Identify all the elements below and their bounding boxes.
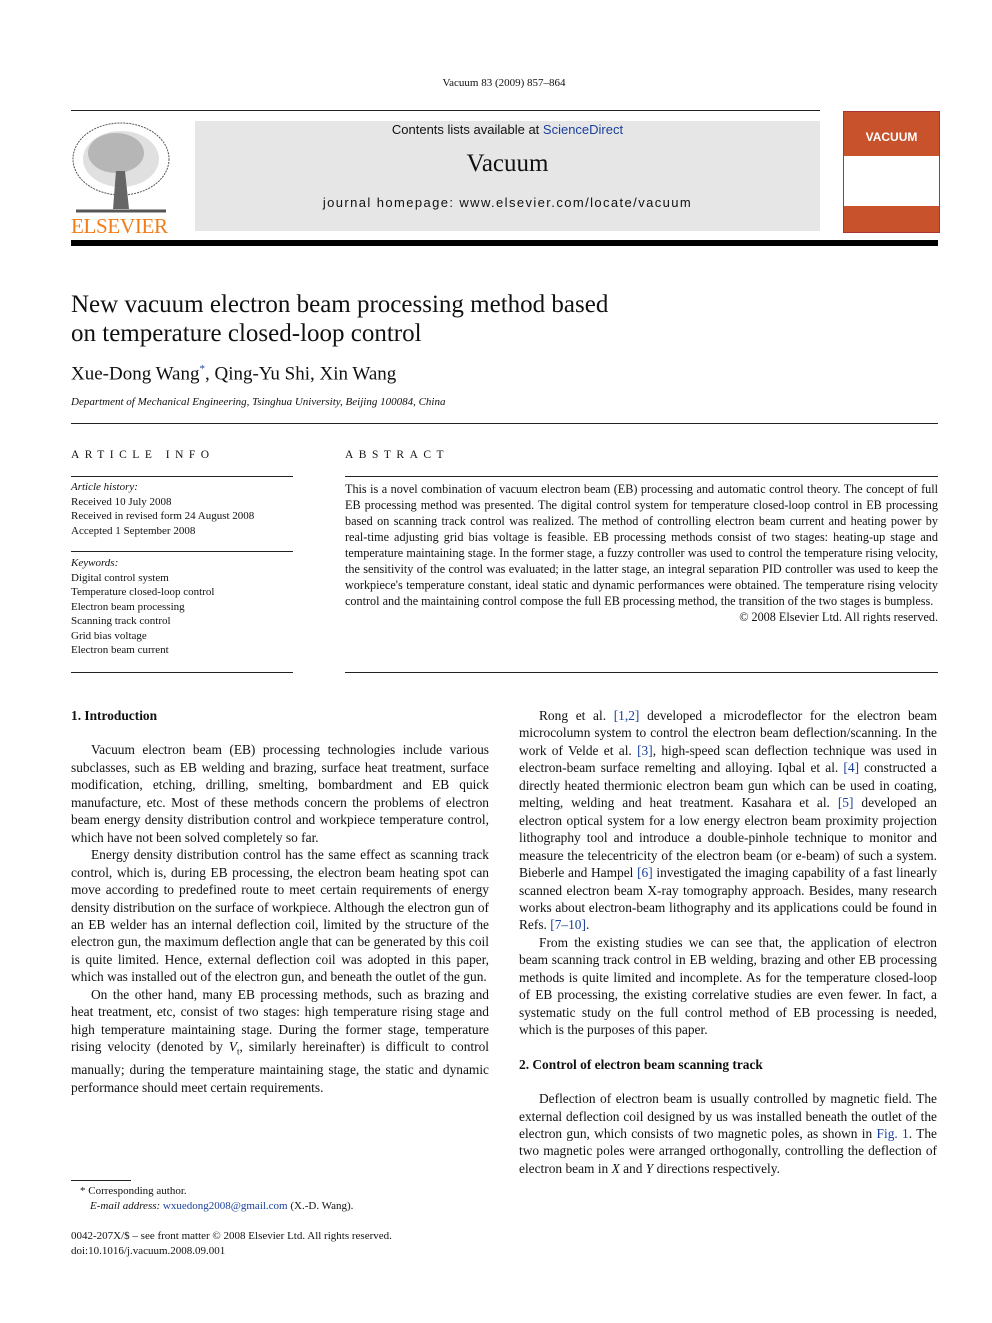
- text-run: .: [585, 917, 590, 933]
- keyword: Scanning track control: [71, 615, 171, 627]
- article-info-heading: ARTICLE INFO: [71, 449, 215, 461]
- text-run: V: [228, 1039, 238, 1055]
- footnote-text: Corresponding author.: [88, 1185, 187, 1197]
- text-run: Rong et al.: [539, 708, 614, 723]
- contents-text: Contents lists available at: [391, 122, 543, 137]
- left-paragraphs: Vacuum electron beam (EB) processing tec…: [71, 741, 489, 1096]
- journal-homepage[interactable]: journal homepage: www.elsevier.com/locat…: [195, 195, 820, 210]
- divider: [71, 423, 938, 424]
- right-column: Rong et al. [1,2] developed a microdefle…: [519, 707, 937, 1177]
- keyword: Electron beam current: [71, 644, 169, 656]
- copyright: © 2008 Elsevier Ltd. All rights reserved…: [739, 610, 938, 624]
- reference-link[interactable]: [7–10]: [550, 917, 586, 932]
- tree-icon: [72, 122, 170, 213]
- email-suffix: (X.-D. Wang).: [287, 1199, 354, 1212]
- elsevier-wordmark: ELSEVIER: [71, 214, 168, 238]
- history-item: Accepted 1 September 2008: [71, 524, 196, 537]
- section-heading: 2. Control of electron beam scanning tra…: [519, 1056, 763, 1072]
- text-run: From the existing studies we can see tha…: [519, 934, 937, 1038]
- text-run: directions respectively.: [653, 1160, 780, 1176]
- keyword: Temperature closed-loop control: [71, 586, 215, 598]
- issn-line: 0042-207X/$ – see front matter © 2008 El…: [71, 1230, 392, 1242]
- paragraph: Deflection of electron beam is usually c…: [519, 1090, 937, 1177]
- paragraph: Vacuum electron beam (EB) processing tec…: [71, 741, 489, 846]
- divider: [345, 476, 938, 477]
- paragraph: On the other hand, many EB processing me…: [71, 986, 489, 1096]
- keywords-label: Keywords:: [71, 557, 119, 569]
- paragraph: From the existing studies we can see tha…: [519, 934, 937, 1039]
- keywords: Keywords: Digital control system Tempera…: [71, 556, 214, 658]
- article-page: Vacuum 83 (2009) 857–864 ELSEVIER Conten…: [0, 0, 992, 1323]
- divider: [71, 551, 293, 552]
- abstract: This is a novel combination of vacuum el…: [345, 481, 938, 625]
- footnote-mark: *: [80, 1185, 86, 1197]
- right-paragraphs: Rong et al. [1,2] developed a microdefle…: [519, 707, 937, 1039]
- authors: , Qing-Yu Shi, Xin Wang: [204, 363, 397, 385]
- cover-title: VACUUM: [865, 130, 918, 144]
- author[interactable]: Xue-Dong Wang: [71, 363, 199, 384]
- keyword: Electron beam processing: [71, 600, 185, 613]
- reference-link[interactable]: [1,2]: [614, 708, 640, 723]
- divider: [71, 672, 293, 673]
- divider: [345, 672, 938, 673]
- text-run: Energy density distribution control has …: [71, 847, 489, 985]
- history-label: Article history:: [71, 481, 138, 493]
- journal-banner: Contents lists available at ScienceDirec…: [195, 121, 820, 231]
- paragraph: Energy density distribution control has …: [71, 846, 489, 986]
- article-history: Article history: Received 10 July 2008 R…: [71, 480, 254, 538]
- author-list: Xue-Dong Wang*, Qing-Yu Shi, Xin Wang: [71, 363, 396, 385]
- footnote-rule: [71, 1180, 131, 1181]
- text-run: Deflection of electron beam is usually c…: [519, 1091, 937, 1141]
- abstract-heading: ABSTRACT: [345, 449, 450, 461]
- journal-name: Vacuum: [466, 150, 549, 177]
- text-run: X: [611, 1160, 620, 1176]
- paragraph: Rong et al. [1,2] developed a microdefle…: [519, 707, 937, 934]
- history-item: Received 10 July 2008: [71, 495, 172, 508]
- reference-link[interactable]: Fig. 1: [877, 1126, 909, 1141]
- title-line: New vacuum electron beam processing meth…: [71, 291, 609, 318]
- keyword: Digital control system: [71, 571, 169, 584]
- left-column: 1. Introduction Vacuum electron beam (EB…: [71, 707, 489, 1096]
- sciencedirect-link[interactable]: ScienceDirect: [543, 122, 623, 137]
- history-item: Received in revised form 24 August 2008: [71, 510, 255, 522]
- front-matter: 0042-207X/$ – see front matter © 2008 El…: [71, 1229, 392, 1258]
- journal-cover: VACUUM: [843, 111, 940, 233]
- elsevier-logo: ELSEVIER: [71, 121, 171, 238]
- reference-link[interactable]: [3]: [637, 743, 653, 758]
- header-rule: [71, 240, 938, 246]
- divider: [71, 476, 293, 477]
- email-label: E-mail address:: [90, 1199, 163, 1212]
- abstract-text: This is a novel combination of vacuum el…: [345, 482, 938, 608]
- reference-link[interactable]: [6]: [637, 865, 653, 880]
- article-title: New vacuum electron beam processing meth…: [71, 290, 608, 348]
- affiliation: Department of Mechanical Engineering, Ts…: [71, 396, 446, 408]
- reference-link[interactable]: [5]: [838, 795, 854, 810]
- title-line: on temperature closed-loop control: [71, 320, 422, 347]
- text-run: and: [619, 1160, 646, 1176]
- section-heading: 1. Introduction: [71, 708, 158, 723]
- email-link[interactable]: wxuedong2008@gmail.com: [163, 1200, 288, 1212]
- running-header: Vacuum 83 (2009) 857–864: [442, 77, 566, 89]
- text-run: Vacuum electron beam (EB) processing tec…: [71, 742, 489, 845]
- divider: [71, 110, 820, 111]
- right-paragraphs-2: Deflection of electron beam is usually c…: [519, 1090, 937, 1177]
- reference-link[interactable]: [4]: [843, 760, 859, 775]
- doi-line[interactable]: doi:10.1016/j.vacuum.2008.09.001: [71, 1244, 392, 1259]
- keyword: Grid bias voltage: [71, 629, 147, 642]
- footnote: * Corresponding author. E-mail address: …: [80, 1184, 353, 1213]
